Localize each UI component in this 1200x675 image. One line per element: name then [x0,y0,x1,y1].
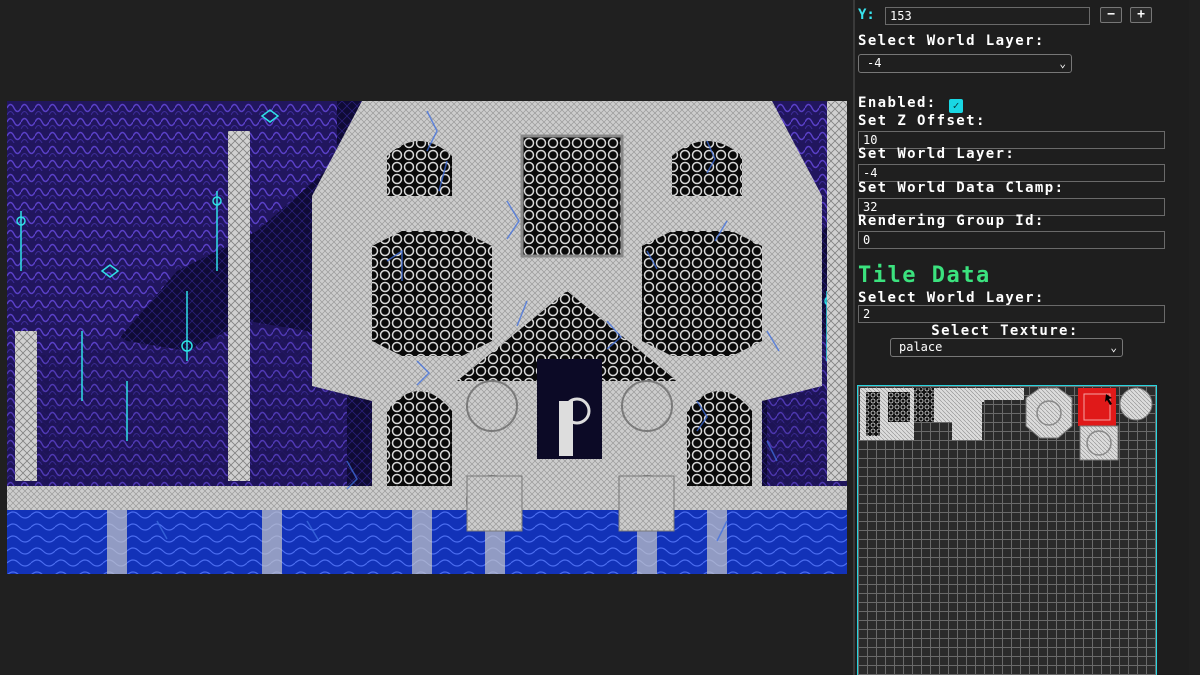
tile-world-layer-label: Select World Layer: [858,290,1045,306]
texture-select-value: palace [899,340,943,354]
world-layer-select[interactable]: -4 ⌄ [858,54,1072,73]
select-world-layer-label: Select World Layer: [858,33,1045,49]
decrement-y-button[interactable]: − [1100,7,1122,23]
rendering-group-id-label: Rendering Group Id: [858,213,1045,229]
tile-data-heading: Tile Data [858,263,991,288]
editor-panel: Y: − + Select World Layer: -4 ⌄ Enabled:… [853,0,1189,675]
z-offset-label: Set Z Offset: [858,113,986,129]
world-layer-select-value: -4 [867,56,882,70]
increment-y-button[interactable]: + [1130,7,1152,23]
palace-structure[interactable] [312,101,822,532]
y-coordinate-input[interactable] [885,7,1090,25]
set-world-layer-label: Set World Layer: [858,146,1016,162]
enabled-checkbox[interactable]: ✓ [949,99,963,113]
enabled-label: Enabled: [858,95,937,111]
chevron-down-icon: ⌄ [1059,57,1066,70]
rendering-group-id-input[interactable] [858,231,1165,249]
texture-atlas-tiles[interactable] [858,386,1156,675]
game-viewport[interactable] [7,101,847,574]
chevron-down-icon: ⌄ [1110,341,1117,354]
check-icon: ✓ [952,99,960,112]
data-clamp-label: Set World Data Clamp: [858,180,1065,196]
scene-canvas[interactable] [7,101,847,574]
select-texture-label: Select Texture: [931,323,1079,339]
texture-atlas-grid[interactable] [857,385,1157,675]
texture-label-row: Select Texture: [855,320,1155,339]
y-axis-label: Y: [858,7,875,23]
texture-select[interactable]: palace ⌄ [890,338,1123,357]
